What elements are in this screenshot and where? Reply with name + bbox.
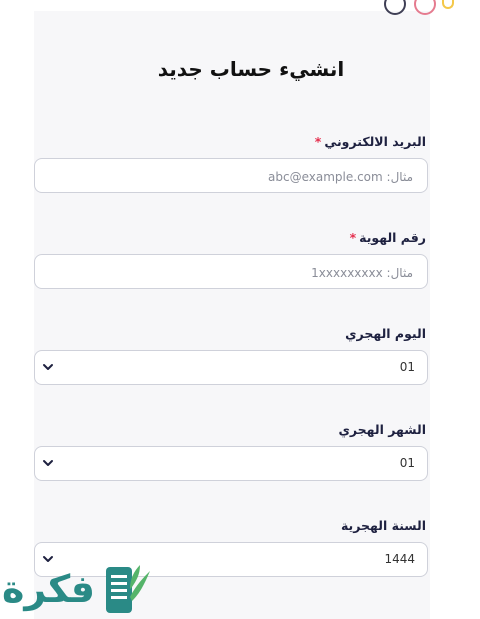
hijri-day-label: اليوم الهجري bbox=[345, 326, 426, 341]
email-label-text: البريد الالكتروني bbox=[324, 134, 426, 149]
hijri-year-value: 1444 bbox=[384, 552, 415, 566]
watermark-logo: فكرة bbox=[0, 555, 160, 619]
top-icons bbox=[382, 0, 462, 15]
email-field[interactable] bbox=[34, 158, 428, 194]
required-mark: * bbox=[349, 230, 357, 245]
hijri-month-label: الشهر الهجري bbox=[338, 422, 426, 437]
signup-panel: انشيء حساب جديد البريد الالكتروني* رقم ا… bbox=[34, 0, 454, 619]
hijri-day-value: 01 bbox=[399, 360, 415, 374]
hijri-month-value: 01 bbox=[399, 456, 415, 470]
hijri-year-label: السنة الهجرية bbox=[340, 518, 426, 533]
watermark-text: فكرة bbox=[2, 567, 96, 611]
chevron-down-icon bbox=[43, 364, 53, 370]
email-input[interactable] bbox=[45, 159, 415, 194]
required-mark: * bbox=[314, 134, 322, 149]
circle-icon bbox=[414, 0, 436, 15]
id-number-field[interactable] bbox=[34, 254, 428, 290]
book-leaf-icon bbox=[106, 565, 150, 613]
page-title: انشيء حساب جديد bbox=[157, 57, 345, 81]
chevron-down-icon bbox=[43, 460, 53, 466]
id-number-label: رقم الهوية* bbox=[350, 230, 426, 245]
hijri-month-select[interactable]: 01 bbox=[34, 446, 428, 481]
id-number-label-text: رقم الهوية bbox=[359, 230, 426, 245]
email-label: البريد الالكتروني* bbox=[315, 134, 426, 149]
circle-icon bbox=[384, 0, 406, 15]
hijri-day-select[interactable]: 01 bbox=[34, 350, 428, 385]
id-number-input[interactable] bbox=[45, 255, 415, 290]
arc-icon bbox=[442, 0, 454, 9]
